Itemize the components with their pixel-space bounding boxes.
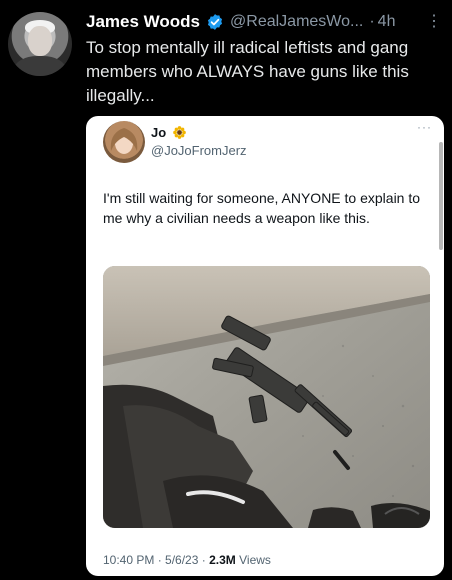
quoted-tweet-card[interactable]: Jo @JoJoFromJerz ··· I'm still waiting f… bbox=[86, 116, 444, 576]
tweet-text: To stop mentally ill radical leftists an… bbox=[86, 38, 409, 105]
quoted-author-handle[interactable]: @JoJoFromJerz bbox=[151, 143, 247, 158]
tweet-header: James Woods @RealJamesWo... · 4h bbox=[86, 11, 444, 33]
verified-badge-icon bbox=[206, 13, 224, 31]
scrollbar[interactable] bbox=[439, 142, 443, 250]
author-handle[interactable]: @RealJamesWo... bbox=[230, 13, 363, 31]
horizontal-ellipsis-icon[interactable]: ··· bbox=[417, 120, 432, 134]
sunflower-icon bbox=[172, 126, 186, 142]
quoted-author-name[interactable]: Jo bbox=[151, 125, 166, 140]
tweet-time[interactable]: 4h bbox=[378, 13, 396, 31]
quoted-author-avatar[interactable] bbox=[103, 121, 145, 163]
quoted-tweet-text: I'm still waiting for someone, ANYONE to… bbox=[103, 190, 421, 226]
author-name[interactable]: James Woods bbox=[86, 12, 200, 32]
quoted-tweet-footer: 10:40 PM · 5/6/23 · 2.3M Views bbox=[103, 553, 271, 567]
views-label: Views bbox=[239, 553, 271, 567]
quoted-tweet-timestamp[interactable]: 10:40 PM · 5/6/23 · bbox=[103, 553, 206, 567]
quoted-author-name-row: Jo bbox=[151, 125, 186, 142]
vertical-ellipsis-icon[interactable]: ⋮ bbox=[426, 14, 442, 30]
rifle-photo[interactable] bbox=[103, 266, 430, 528]
author-avatar[interactable] bbox=[8, 12, 72, 76]
separator-dot: · bbox=[369, 13, 375, 30]
views-count: 2.3M bbox=[209, 553, 236, 567]
